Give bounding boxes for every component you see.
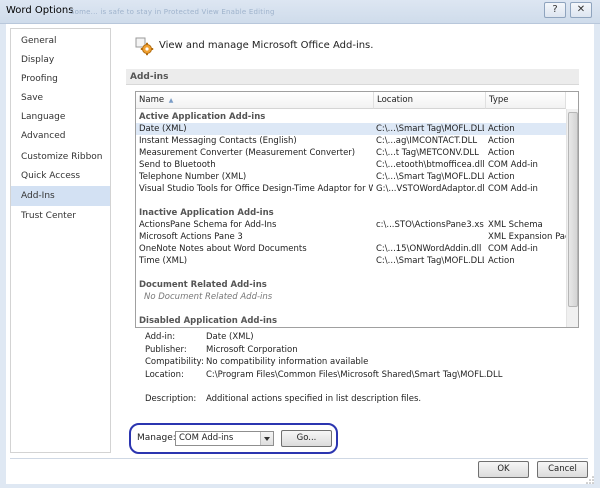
column-header-name-label: Name [139, 95, 165, 105]
manage-label: Manage: [137, 433, 176, 443]
column-header-name[interactable]: Name ▲ [136, 92, 374, 109]
row-location: C:\...15\ONWordAddin.dll [376, 244, 482, 254]
addins-list[interactable]: Name ▲ Location Type Active Application … [135, 91, 579, 328]
help-button[interactable]: ? [544, 2, 566, 18]
background-ghost-text: Some... is safe to stay in Protected Vie… [70, 8, 275, 16]
nav-item-add-ins[interactable]: Add-Ins [11, 186, 110, 206]
nav-item-advanced[interactable]: Advanced [11, 126, 110, 146]
row-type: Action [488, 148, 515, 158]
nav-item-display[interactable]: Display [11, 50, 110, 70]
row-location: G:\...VSTOWordAdaptor.dll [376, 184, 484, 194]
cancel-button[interactable]: Cancel [537, 461, 588, 478]
table-row[interactable]: Instant Messaging Contacts (English) C:\… [136, 135, 566, 147]
nav-item-trust-center[interactable]: Trust Center [11, 206, 110, 226]
resize-grip-icon[interactable] [586, 476, 594, 484]
table-row[interactable]: Microsoft Actions Pane 3 XML Expansion P… [136, 231, 566, 243]
empty-document-addins: No Document Related Add-ins [144, 292, 273, 302]
group-active-addins: Active Application Add-ins [139, 112, 266, 122]
row-name: Microsoft Actions Pane 3 [139, 232, 243, 242]
row-name: ActionsPane Schema for Add-Ins [139, 220, 277, 230]
detail-label-description: Description: [145, 394, 197, 404]
window-frame-right [594, 24, 600, 488]
detail-label-publisher: Publisher: [145, 345, 187, 355]
options-nav: General Display Proofing Save Language A… [10, 28, 111, 453]
row-type: COM Add-in [488, 244, 538, 254]
nav-item-save[interactable]: Save [11, 88, 110, 108]
detail-label-location: Location: [145, 370, 184, 380]
group-inactive-addins: Inactive Application Add-ins [139, 208, 274, 218]
scrollbar-thumb[interactable] [568, 112, 578, 307]
page-title: View and manage Microsoft Office Add-ins… [159, 40, 374, 51]
group-disabled-addins: Disabled Application Add-ins [139, 316, 278, 326]
go-button[interactable]: Go... [281, 430, 332, 447]
detail-value-compatibility: No compatibility information available [206, 357, 369, 367]
table-row[interactable]: OneNote Notes about Word Documents C:\..… [136, 243, 566, 255]
window-frame-left [0, 24, 6, 488]
nav-item-quick-access-toolbar[interactable]: Quick Access Toolbar [11, 166, 110, 201]
nav-item-proofing[interactable]: Proofing [11, 69, 110, 89]
row-type: XML Expansion Pack [488, 232, 566, 242]
nav-item-language[interactable]: Language [11, 107, 110, 127]
row-type: Action [488, 136, 515, 146]
addins-gear-icon [135, 37, 154, 56]
row-name: Send to Bluetooth [139, 160, 216, 170]
row-location: C:\...\Smart Tag\MOFL.DLL [376, 172, 484, 182]
manage-select-value: COM Add-ins [179, 433, 234, 443]
row-location: C:\...t Tag\METCONV.DLL [376, 148, 479, 158]
list-scrollbar[interactable] [566, 109, 578, 327]
window-title: Word Options [6, 5, 74, 16]
sort-ascending-icon: ▲ [168, 97, 174, 104]
detail-value-location: C:\Program Files\Common Files\Microsoft … [206, 370, 503, 380]
row-name: Instant Messaging Contacts (English) [139, 136, 297, 146]
column-header-type[interactable]: Type [486, 92, 566, 109]
row-name: OneNote Notes about Word Documents [139, 244, 307, 254]
close-button[interactable]: ✕ [570, 2, 592, 18]
row-type: Action [488, 124, 515, 134]
section-header-add-ins: Add-ins [126, 69, 579, 85]
row-type: COM Add-in [488, 184, 538, 194]
row-name: Telephone Number (XML) [139, 172, 247, 182]
row-name: Measurement Converter (Measurement Conve… [139, 148, 356, 158]
detail-label-compatibility: Compatibility: [145, 357, 204, 367]
row-location: c:\...STO\ActionsPane3.xsd [376, 220, 484, 230]
footer-divider [10, 458, 588, 459]
row-location: C:\...\Smart Tag\MOFL.DLL [376, 256, 484, 266]
table-row[interactable]: ActionsPane Schema for Add-Ins c:\...STO… [136, 219, 566, 231]
chevron-down-icon[interactable] [260, 432, 273, 445]
manage-select[interactable]: COM Add-ins [175, 431, 274, 446]
table-row[interactable]: Telephone Number (XML) C:\...\Smart Tag\… [136, 171, 566, 183]
window-frame-bottom [0, 484, 600, 488]
title-bar: Word Options Some... is safe to stay in … [0, 0, 600, 24]
detail-value-description: Additional actions specified in list des… [206, 394, 422, 404]
row-type: COM Add-in [488, 160, 538, 170]
detail-value-publisher: Microsoft Corporation [206, 345, 298, 355]
table-row[interactable]: Measurement Converter (Measurement Conve… [136, 147, 566, 159]
column-header-location[interactable]: Location [374, 92, 486, 109]
row-location: C:\...etooth\btmofficea.dll [376, 160, 484, 170]
nav-item-customize-ribbon[interactable]: Customize Ribbon [11, 147, 110, 167]
detail-value-addin: Date (XML) [206, 332, 254, 342]
group-document-addins: Document Related Add-ins [139, 280, 267, 290]
row-type: XML Schema [488, 220, 543, 230]
row-type: Action [488, 172, 515, 182]
row-name: Visual Studio Tools for Office Design-Ti… [139, 184, 373, 194]
row-type: Action [488, 256, 515, 266]
nav-item-general[interactable]: General [11, 31, 110, 51]
table-row[interactable]: Visual Studio Tools for Office Design-Ti… [136, 183, 566, 195]
table-row[interactable]: Date (XML) C:\...\Smart Tag\MOFL.DLL Act… [136, 123, 566, 135]
row-name: Date (XML) [139, 124, 187, 134]
row-name: Time (XML) [139, 256, 188, 266]
ok-button[interactable]: OK [478, 461, 529, 478]
table-row[interactable]: Time (XML) C:\...\Smart Tag\MOFL.DLL Act… [136, 255, 566, 267]
row-location: C:\...ag\IMCONTACT.DLL [376, 136, 478, 146]
table-row[interactable]: Send to Bluetooth C:\...etooth\btmoffice… [136, 159, 566, 171]
row-location: C:\...\Smart Tag\MOFL.DLL [376, 124, 484, 134]
detail-label-addin: Add-in: [145, 332, 176, 342]
